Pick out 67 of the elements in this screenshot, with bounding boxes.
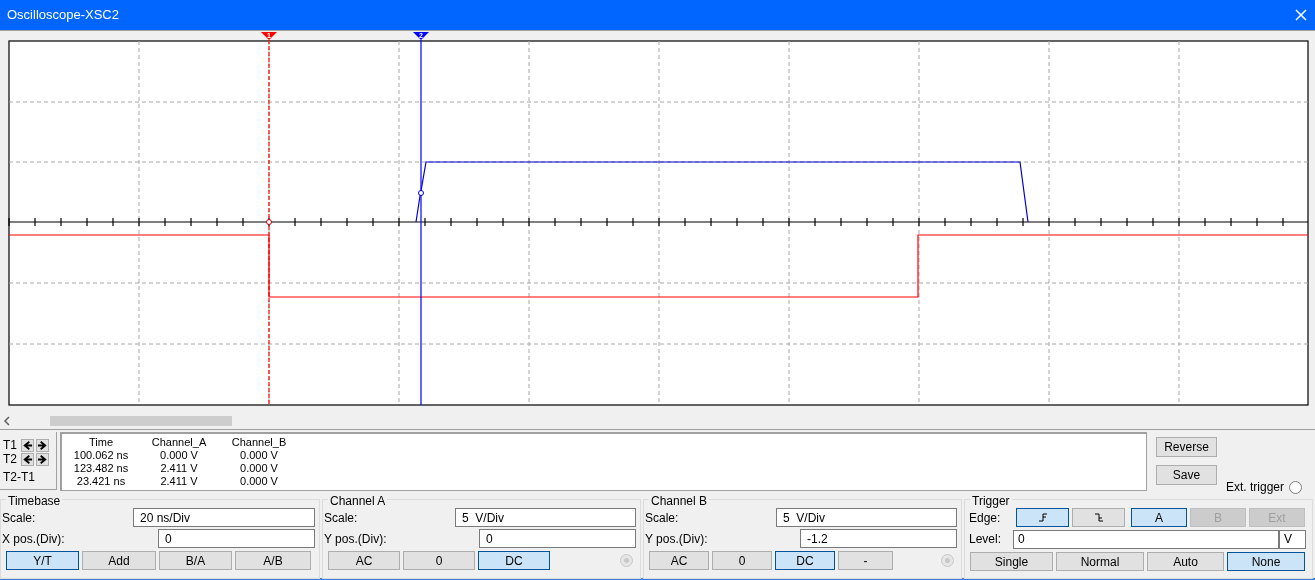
mode-button[interactable]: Single <box>970 552 1053 571</box>
arrow-right-icon[interactable] <box>36 438 49 452</box>
field-label: Y pos.(Div): <box>645 530 708 548</box>
input-field[interactable]: 5 V/Div <box>455 508 636 527</box>
mode-button[interactable]: Auto <box>1147 552 1224 571</box>
field-label: Level: <box>969 531 1003 548</box>
column-header: Channel_A <box>150 436 208 449</box>
mode-button[interactable]: Y/T <box>6 551 79 570</box>
arrow-left-icon[interactable] <box>21 438 34 452</box>
column-header: Time <box>87 436 114 449</box>
cursor-point <box>418 190 424 196</box>
mode-button[interactable]: 0 <box>403 551 475 570</box>
cursor-line[interactable] <box>261 32 277 406</box>
mode-button[interactable]: DC <box>775 551 835 570</box>
mode-button[interactable]: - <box>838 551 893 570</box>
table-cell-text: 0.000 V <box>239 462 279 475</box>
mode-button[interactable]: None <box>1227 552 1305 571</box>
input-field[interactable]: -1.2 <box>800 529 957 548</box>
falling-edge-icon <box>1093 512 1104 523</box>
arrow-left-icon[interactable] <box>21 452 34 466</box>
field-label: Scale: <box>645 509 679 527</box>
rising-edge-icon <box>1037 512 1048 523</box>
field-label: X pos.(Div): <box>2 530 65 548</box>
mode-button[interactable]: DC <box>478 551 550 570</box>
table-cell-text: 2.411 V <box>159 475 199 488</box>
table-cell-text: 2.411 V <box>159 462 199 475</box>
table-cell-text: 100.062 ns <box>72 449 130 462</box>
falling-edge-button[interactable] <box>1072 508 1125 527</box>
mode-button[interactable]: AC <box>328 551 400 570</box>
table-cell-text: 0.000 V <box>239 449 279 462</box>
mode-button[interactable]: AC <box>649 551 709 570</box>
field-label: Scale: <box>324 509 358 527</box>
mode-button[interactable]: A/B <box>235 551 311 570</box>
input-field[interactable]: 0 <box>1013 529 1279 549</box>
mode-button[interactable]: Normal <box>1056 552 1144 571</box>
source-button[interactable]: A <box>1131 508 1187 527</box>
table-cell-text: 0.000 V <box>159 449 199 462</box>
window-title: Oscilloscope-XSC2 <box>7 6 119 25</box>
table-cell-text: 23.421 ns <box>75 475 127 488</box>
column-header: Channel_B <box>230 436 288 449</box>
input-field[interactable]: 20 ns/Div <box>133 508 315 527</box>
field-label: Scale: <box>2 509 36 527</box>
input-field[interactable]: 0 <box>158 529 315 548</box>
input-field[interactable]: 0 <box>479 529 636 548</box>
ext-trigger-radio[interactable] <box>1289 480 1303 494</box>
action-button[interactable]: Reverse <box>1156 437 1217 457</box>
table-cell-text: 0.000 V <box>239 475 279 488</box>
action-button[interactable]: Save <box>1156 465 1217 485</box>
arrow-right-icon[interactable] <box>36 452 49 466</box>
cursor-label: T2-T1 <box>3 469 35 486</box>
scroll-left-icon[interactable] <box>3 415 11 426</box>
close-icon[interactable] <box>1295 9 1307 21</box>
ext-trigger-label: Ext. trigger <box>1226 479 1285 496</box>
scrollbar-thumb[interactable] <box>50 415 232 426</box>
field-label: Y pos.(Div): <box>324 530 387 548</box>
cursor-line[interactable] <box>413 32 429 406</box>
input-field[interactable]: 5 V/Div <box>776 508 957 527</box>
mode-button[interactable]: 0 <box>712 551 772 570</box>
unit-label: V <box>1279 529 1306 549</box>
cursor-point <box>266 219 272 225</box>
mode-button[interactable]: B/A <box>159 551 232 570</box>
field-label: Edge: <box>969 509 1002 527</box>
rising-edge-button[interactable] <box>1016 508 1069 527</box>
cursor-label: T1 <box>3 437 18 454</box>
cursor-label: T2 <box>3 451 18 468</box>
mode-button[interactable]: Add <box>82 551 156 570</box>
table-cell-text: 123.482 ns <box>72 462 130 475</box>
